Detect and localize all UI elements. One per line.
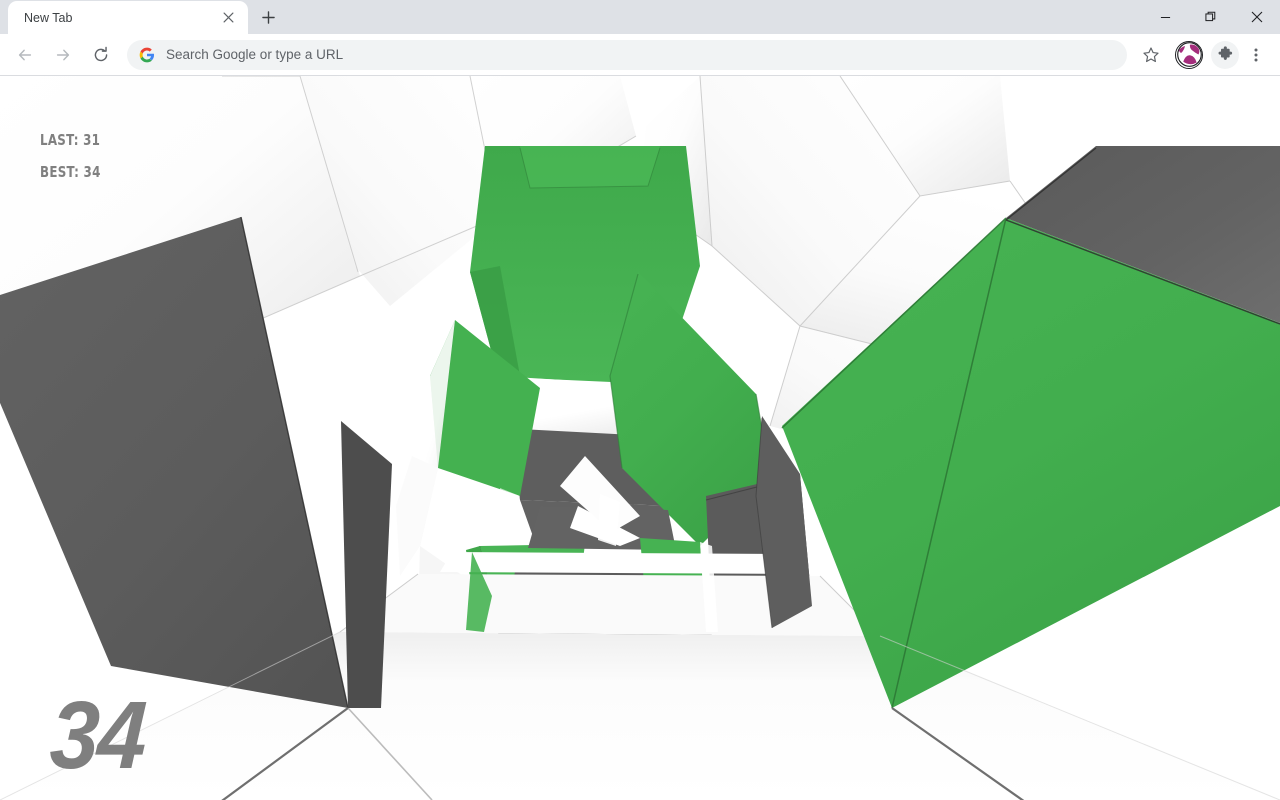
browser-toolbar: Search Google or type a URL xyxy=(0,34,1280,76)
tab-close-icon[interactable] xyxy=(218,8,238,28)
window-controls xyxy=(1142,0,1280,34)
address-bar-placeholder: Search Google or type a URL xyxy=(166,47,344,62)
bookmark-star-icon[interactable] xyxy=(1135,39,1167,71)
address-bar[interactable]: Search Google or type a URL xyxy=(127,39,1127,70)
google-g-icon xyxy=(139,47,155,63)
forward-button[interactable] xyxy=(47,39,79,71)
tab-title: New Tab xyxy=(24,10,73,25)
tab-new-tab[interactable]: New Tab xyxy=(8,1,248,34)
window-minimize-button[interactable] xyxy=(1142,0,1188,34)
reload-button[interactable] xyxy=(85,39,117,71)
browser-menu-icon[interactable] xyxy=(1242,39,1270,71)
browser-window: New Tab Search Google or type a URL LAST… xyxy=(0,0,1280,800)
game-viewport[interactable]: LAST: 31 BEST: 34 34 xyxy=(0,76,1280,800)
window-close-button[interactable] xyxy=(1234,0,1280,34)
back-button[interactable] xyxy=(9,39,41,71)
profile-avatar[interactable] xyxy=(1175,40,1203,69)
extensions-puzzle-icon[interactable] xyxy=(1211,40,1239,69)
tab-strip: New Tab xyxy=(0,0,1280,34)
tunnel-3d-scene xyxy=(0,76,1280,800)
new-tab-button[interactable] xyxy=(254,3,282,31)
window-maximize-button[interactable] xyxy=(1188,0,1234,34)
